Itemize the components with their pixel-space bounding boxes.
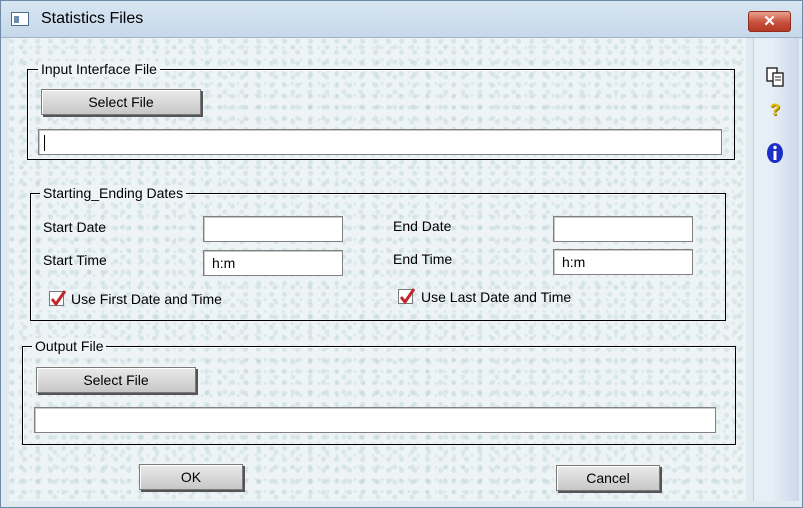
help-icon[interactable]: ? [764, 100, 786, 122]
copy-icon[interactable] [764, 66, 786, 88]
window-icon [11, 12, 29, 26]
end-date-field[interactable] [553, 216, 693, 242]
input-file-path-field[interactable] [38, 129, 722, 155]
output-file-path-field[interactable] [34, 407, 716, 433]
dialog-body: Input Interface File Select File Startin… [9, 38, 746, 501]
dates-group: Starting_Ending Dates Start Date Start T… [30, 185, 726, 321]
close-button[interactable]: ✕ [748, 11, 791, 32]
end-time-label: End Time [393, 251, 453, 267]
input-select-file-button[interactable]: Select File [41, 89, 201, 115]
start-time-label: Start Time [43, 252, 107, 268]
ok-button[interactable]: OK [139, 464, 243, 490]
input-file-group: Input Interface File Select File [27, 61, 735, 160]
statistics-files-window: Statistics Files ✕ Input Interface File … [0, 0, 803, 508]
output-file-legend: Output File [32, 338, 107, 354]
use-last-checkbox[interactable] [398, 288, 415, 305]
output-select-file-button[interactable]: Select File [36, 367, 196, 393]
output-file-group: Output File Select File [22, 338, 736, 445]
dates-legend: Starting_Ending Dates [40, 185, 187, 201]
use-first-checkbox[interactable] [49, 290, 66, 307]
end-date-label: End Date [393, 218, 452, 234]
window-title: Statistics Files [41, 10, 144, 27]
checkmark-icon [50, 290, 66, 307]
start-time-field[interactable]: h:m [203, 250, 343, 276]
end-time-field[interactable]: h:m [553, 249, 693, 275]
text-caret [44, 135, 45, 151]
info-icon[interactable] [764, 142, 786, 164]
start-date-field[interactable] [203, 216, 343, 242]
title-bar[interactable]: Statistics Files ✕ [1, 1, 802, 38]
side-toolbar: ? [753, 38, 799, 501]
use-last-label[interactable]: Use Last Date and Time [421, 289, 571, 305]
start-date-label: Start Date [43, 219, 107, 235]
cancel-button[interactable]: Cancel [556, 465, 660, 491]
use-first-label[interactable]: Use First Date and Time [71, 291, 222, 307]
checkmark-icon [399, 288, 415, 305]
input-file-legend: Input Interface File [38, 61, 160, 77]
